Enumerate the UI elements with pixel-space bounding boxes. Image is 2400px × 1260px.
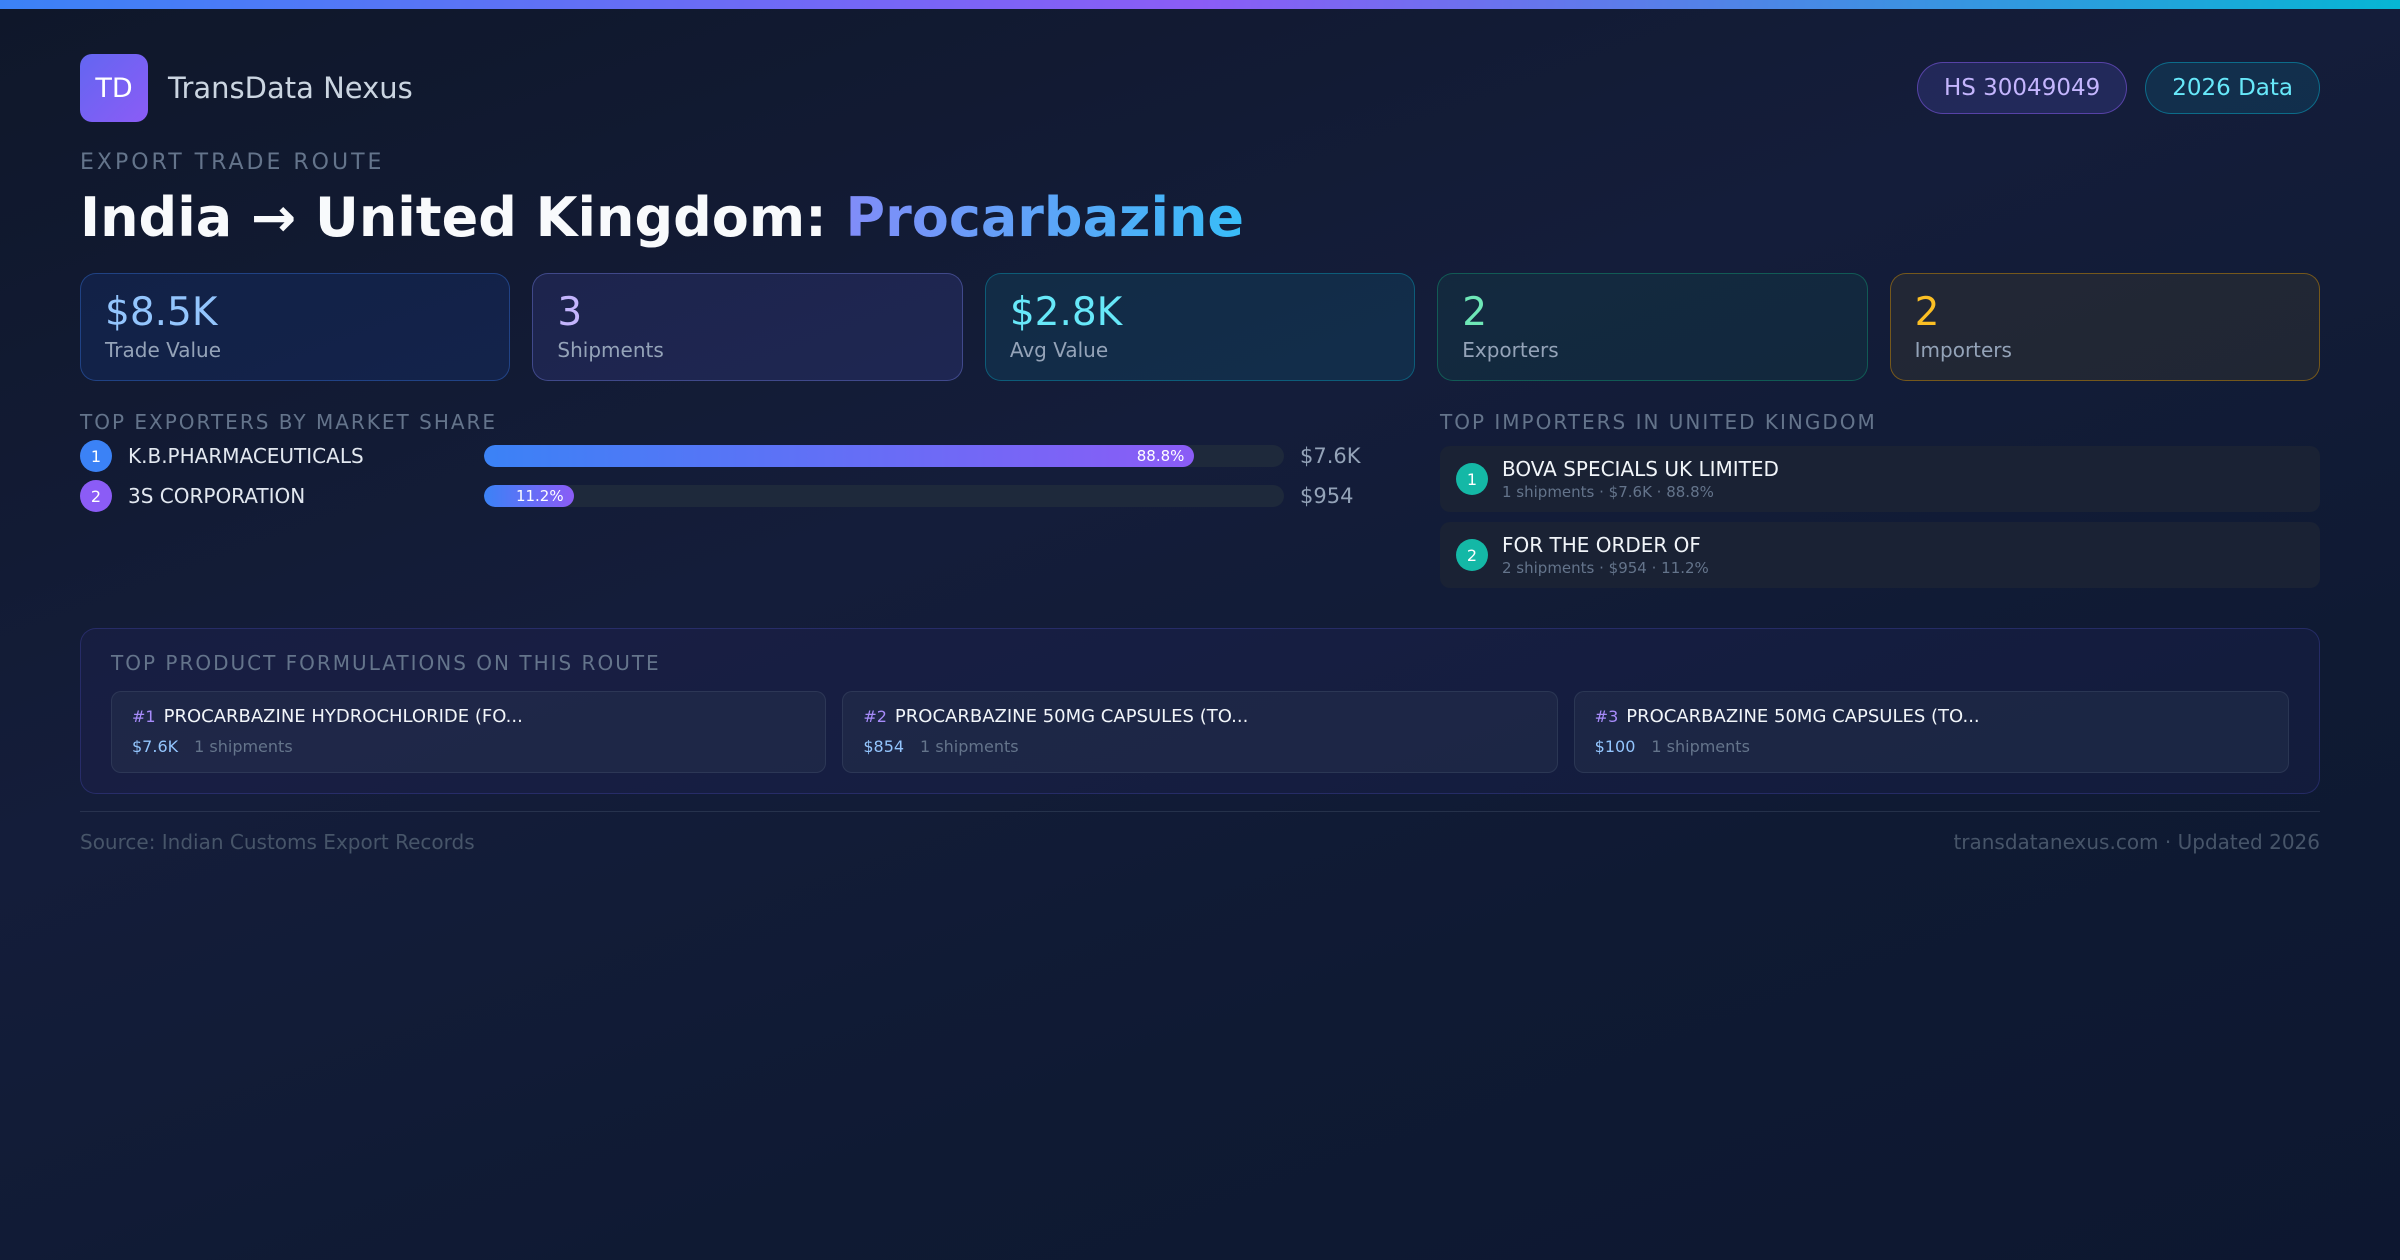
share-percent: 88.8% — [1136, 447, 1185, 465]
product-value: $100 — [1594, 737, 1636, 756]
stat-importers: 2 Importers — [1889, 273, 2321, 381]
title-route: India → United Kingdom: — [80, 186, 846, 249]
product-name: PROCARBAZINE 50MG CAPSULES (TO... — [894, 706, 1249, 727]
share-bar-fill: 11.2% — [484, 485, 574, 507]
importer-card[interactable]: 1 BOVA SPECIALS UK LIMITED 1 shipments ·… — [1440, 446, 2320, 512]
stat-value: $8.5K — [105, 289, 218, 335]
product-shipments: 1 shipments — [194, 737, 293, 756]
product-card[interactable]: #3 PROCARBAZINE 50MG CAPSULES (TO... $100… — [1573, 691, 2289, 773]
stat-value: 2 — [1462, 289, 1488, 335]
stat-label: Trade Value — [105, 338, 222, 363]
product-card[interactable]: #2 PROCARBAZINE 50MG CAPSULES (TO... $854… — [842, 691, 1558, 773]
product-rank: #3 — [1594, 707, 1619, 726]
stat-value: 3 — [557, 289, 583, 335]
footer-site[interactable]: transdatanexus.com · Updated 2026 — [1953, 830, 2320, 854]
product-shipments: 1 shipments — [1651, 737, 1750, 756]
importers-section: TOP IMPORTERS IN UNITED KINGDOM 1 BOVA S… — [1440, 410, 2320, 588]
product-name: PROCARBAZINE 50MG CAPSULES (TO... — [1626, 706, 1980, 727]
share-bar-fill: 88.8% — [484, 445, 1195, 467]
header: TD TransData Nexus HS 30049049 2026 Data — [80, 54, 2320, 122]
importer-meta: 1 shipments · $7.6K · 88.8% — [1502, 483, 1714, 501]
products-title: TOP PRODUCT FORMULATIONS ON THIS ROUTE — [111, 651, 661, 675]
importer-name: BOVA SPECIALS UK LIMITED — [1502, 457, 1779, 481]
importer-meta: 2 shipments · $954 · 11.2% — [1502, 559, 1709, 577]
page-eyebrow: EXPORT TRADE ROUTE — [80, 150, 385, 175]
footer-source: Source: Indian Customs Export Records — [80, 830, 475, 854]
stat-trade-value: $8.5K Trade Value — [80, 273, 511, 381]
importer-name: FOR THE ORDER OF — [1502, 533, 1701, 557]
stat-label: Avg Value — [1009, 338, 1109, 363]
product-name: PROCARBAZINE HYDROCHLORIDE (FO... — [163, 706, 523, 727]
importers-title: TOP IMPORTERS IN UNITED KINGDOM — [1440, 410, 1877, 434]
footer-divider — [80, 811, 2320, 812]
exporters-title: TOP EXPORTERS BY MARKET SHARE — [80, 410, 498, 434]
stat-value: $2.8K — [1009, 289, 1123, 335]
product-value: $854 — [863, 737, 905, 756]
product-shipments: 1 shipments — [920, 737, 1019, 756]
exporter-value: $954 — [1300, 484, 1354, 508]
hs-code-badge: HS 30049049 — [1916, 62, 2128, 114]
stat-value: 2 — [1914, 289, 1940, 335]
share-bar-track: 88.8% — [484, 445, 1284, 467]
exporter-row[interactable]: 1 K.B.PHARMACEUTICALS 88.8% $7.6K — [80, 438, 1380, 474]
product-card[interactable]: #1 PROCARBAZINE HYDROCHLORIDE (FO... $7.6… — [111, 691, 827, 773]
brand[interactable]: TD TransData Nexus — [80, 54, 413, 122]
products-grid: #1 PROCARBAZINE HYDROCHLORIDE (FO... $7.6… — [111, 691, 2289, 773]
stat-label: Importers — [1914, 338, 2012, 363]
title-product: Procarbazine — [845, 186, 1245, 249]
products-section: TOP PRODUCT FORMULATIONS ON THIS ROUTE #… — [80, 628, 2320, 794]
stat-shipments: 3 Shipments — [532, 273, 963, 381]
product-value: $7.6K — [132, 737, 179, 756]
stat-label: Exporters — [1462, 338, 1559, 363]
importer-card[interactable]: 2 FOR THE ORDER OF 2 shipments · $954 · … — [1440, 522, 2320, 588]
product-rank: #2 — [863, 707, 887, 726]
exporter-name: 3S CORPORATION — [128, 484, 306, 508]
stat-exporters: 2 Exporters — [1437, 273, 1868, 381]
exporter-row[interactable]: 2 3S CORPORATION 11.2% $954 — [80, 478, 1380, 514]
stat-label: Shipments — [557, 338, 664, 363]
product-rank: #1 — [132, 707, 156, 726]
brand-name: TransData Nexus — [168, 71, 413, 105]
rank-badge: 2 — [80, 480, 112, 512]
exporters-section: TOP EXPORTERS BY MARKET SHARE 1 K.B.PHAR… — [80, 410, 1380, 514]
stat-avg-value: $2.8K Avg Value — [984, 273, 1416, 381]
logo: TD — [80, 54, 148, 122]
exporter-value: $7.6K — [1300, 444, 1361, 468]
rank-badge: 1 — [80, 440, 112, 472]
page-title: India → United Kingdom: Procarbazine — [80, 186, 1244, 249]
share-bar-track: 11.2% — [484, 485, 1284, 507]
rank-badge: 2 — [1456, 539, 1488, 571]
share-percent: 11.2% — [515, 487, 564, 505]
stats-row: $8.5K Trade Value 3 Shipments $2.8K Avg … — [80, 273, 2321, 381]
exporter-name: K.B.PHARMACEUTICALS — [128, 444, 364, 468]
badges: HS 30049049 2026 Data — [1916, 62, 2320, 114]
top-accent-bar — [0, 0, 2400, 9]
data-year-badge: 2026 Data — [2145, 62, 2320, 114]
rank-badge: 1 — [1456, 463, 1488, 495]
